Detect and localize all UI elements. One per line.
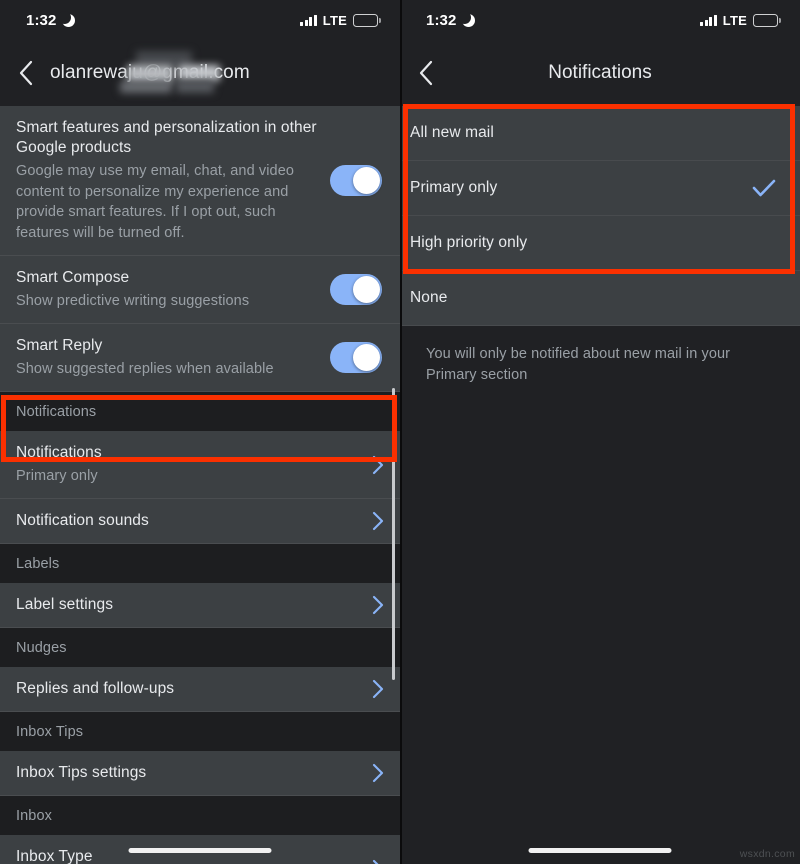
redaction-blur-patch <box>120 81 172 93</box>
section-header-labels: Labels <box>0 544 400 583</box>
notifications-options-body: All new mail Primary only High priority … <box>400 106 800 864</box>
option-row-primary-only[interactable]: Primary only <box>400 161 800 216</box>
nav-bar-account: olanrewaju@gmail.com <box>0 40 400 106</box>
status-bar-left-group: 1:32 <box>426 10 476 29</box>
row-title: Smart features and personalization in ot… <box>16 119 317 156</box>
chevron-right-icon <box>372 859 384 864</box>
crescent-moon-icon <box>458 10 476 27</box>
footer-note: You will only be notified about new mail… <box>400 326 800 402</box>
battery-low-power-icon <box>353 13 381 27</box>
row-subtitle: Show predictive writing suggestions <box>16 293 250 309</box>
row-text: Notifications Primary only <box>16 443 372 486</box>
setting-row-label-settings[interactable]: Label settings <box>0 583 400 628</box>
row-text: Label settings <box>16 595 372 615</box>
row-subtitle: Google may use my email, chat, and video… <box>16 163 295 241</box>
row-title: Smart Compose <box>16 269 130 286</box>
page-title: Notifications <box>548 62 652 83</box>
option-label: Primary only <box>410 179 498 196</box>
cellular-signal-icon <box>300 14 317 26</box>
back-chevron-icon[interactable] <box>400 60 450 86</box>
setting-row-smart-features[interactable]: Smart features and personalization in ot… <box>0 106 400 256</box>
option-label: High priority only <box>410 234 528 251</box>
row-text: Inbox Tips settings <box>16 763 372 783</box>
redaction-blur-patch <box>178 65 220 81</box>
section-header-inbox: Inbox <box>0 796 400 835</box>
row-title: Notifications <box>16 444 102 461</box>
section-header-nudges: Nudges <box>0 628 400 667</box>
chevron-right-icon <box>372 511 384 531</box>
row-text: Smart Reply Show suggested replies when … <box>16 336 330 379</box>
status-time: 1:32 <box>26 11 57 29</box>
nav-bar-notifications: Notifications <box>400 40 800 106</box>
chevron-right-icon <box>372 679 384 699</box>
home-indicator <box>128 848 272 853</box>
setting-row-replies-follow-ups[interactable]: Replies and follow-ups <box>0 667 400 712</box>
option-row-none[interactable]: None <box>400 271 800 326</box>
redaction-blur-patch <box>176 80 214 93</box>
row-title: Label settings <box>16 596 114 613</box>
settings-list: Smart features and personalization in ot… <box>0 106 400 864</box>
status-time: 1:32 <box>426 11 457 29</box>
chevron-right-icon <box>372 763 384 783</box>
screen-divider <box>400 0 402 864</box>
status-bar-left-group: 1:32 <box>26 10 76 29</box>
row-subtitle: Primary only <box>16 468 98 484</box>
row-text: Smart features and personalization in ot… <box>16 118 330 243</box>
empty-area <box>400 402 800 864</box>
toggle-smart-compose[interactable] <box>330 274 382 305</box>
section-header-notifications: Notifications <box>0 392 400 431</box>
setting-row-notifications[interactable]: Notifications Primary only <box>0 431 400 499</box>
setting-row-inbox-tips-settings[interactable]: Inbox Tips settings <box>0 751 400 796</box>
dual-screenshot-container: 1:32 LTE olanrewaju@gmail.com <box>0 0 800 864</box>
row-title: Inbox Tips settings <box>16 764 147 781</box>
watermark: wsxdn.com <box>739 848 795 860</box>
cellular-signal-icon <box>700 14 717 26</box>
row-subtitle: Show suggested replies when available <box>16 361 274 377</box>
section-header-inbox-tips: Inbox Tips <box>0 712 400 751</box>
battery-low-power-icon <box>753 13 781 27</box>
checkmark-icon <box>752 178 776 198</box>
row-title: Replies and follow-ups <box>16 680 175 697</box>
row-title: Notification sounds <box>16 512 149 529</box>
setting-row-smart-compose[interactable]: Smart Compose Show predictive writing su… <box>0 256 400 324</box>
right-phone-screen: 1:32 LTE Notifications All new mail Prim… <box>400 0 800 864</box>
back-chevron-icon[interactable] <box>0 60 50 86</box>
row-text: Smart Compose Show predictive writing su… <box>16 268 330 311</box>
carrier-label: LTE <box>722 12 747 28</box>
option-row-all-new-mail[interactable]: All new mail <box>400 106 800 161</box>
left-phone-screen: 1:32 LTE olanrewaju@gmail.com <box>0 0 400 864</box>
status-bar-right-group: LTE <box>700 12 781 28</box>
row-text: Notification sounds <box>16 511 372 531</box>
option-row-high-priority-only[interactable]: High priority only <box>400 216 800 271</box>
vertical-scrollbar[interactable] <box>392 388 395 680</box>
option-label: None <box>410 289 448 306</box>
setting-row-smart-reply[interactable]: Smart Reply Show suggested replies when … <box>0 324 400 392</box>
carrier-label: LTE <box>322 12 347 28</box>
chevron-right-icon <box>372 455 384 475</box>
row-title: Smart Reply <box>16 337 103 354</box>
crescent-moon-icon <box>58 10 76 27</box>
toggle-smart-features[interactable] <box>330 165 382 196</box>
setting-row-notification-sounds[interactable]: Notification sounds <box>0 499 400 544</box>
toggle-smart-reply[interactable] <box>330 342 382 373</box>
status-bar-right-group: LTE <box>300 12 381 28</box>
option-label: All new mail <box>410 124 494 141</box>
status-bar-right: 1:32 LTE <box>400 0 800 40</box>
account-email-title: olanrewaju@gmail.com <box>50 51 250 93</box>
chevron-right-icon <box>372 595 384 615</box>
status-bar-left: 1:32 LTE <box>0 0 400 40</box>
home-indicator <box>528 848 672 853</box>
row-text: Replies and follow-ups <box>16 679 372 699</box>
